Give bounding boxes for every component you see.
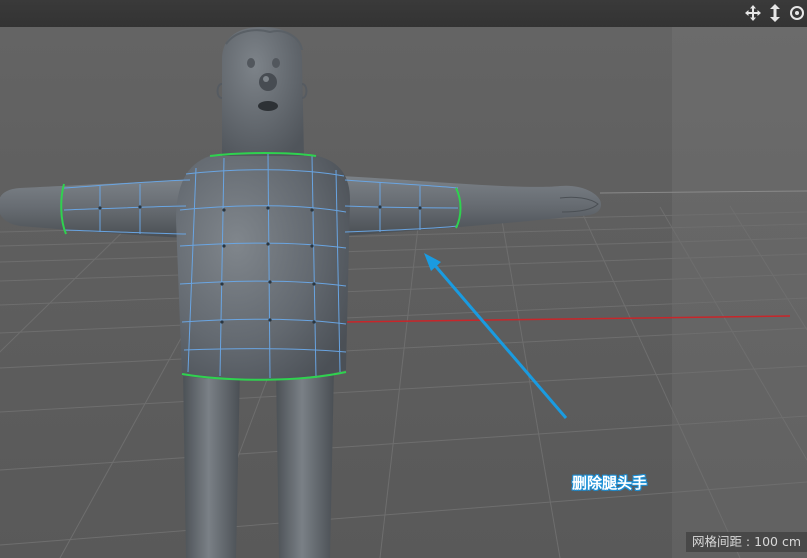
viewport-scene xyxy=(0,27,807,558)
annotation-label: 删除腿头手 xyxy=(572,474,648,492)
safe-frame-shade xyxy=(672,27,807,558)
character-head xyxy=(216,27,308,156)
move-icon[interactable] xyxy=(743,2,763,24)
3d-viewport[interactable] xyxy=(0,27,807,558)
character-torso xyxy=(176,151,350,380)
orbit-icon[interactable] xyxy=(787,2,807,24)
grid-spacing-readout: 网格间距 : 100 cm xyxy=(685,532,807,552)
move-vertical-icon[interactable] xyxy=(765,2,785,24)
viewport-nav-controls xyxy=(743,2,807,24)
viewport-header xyxy=(0,0,807,28)
